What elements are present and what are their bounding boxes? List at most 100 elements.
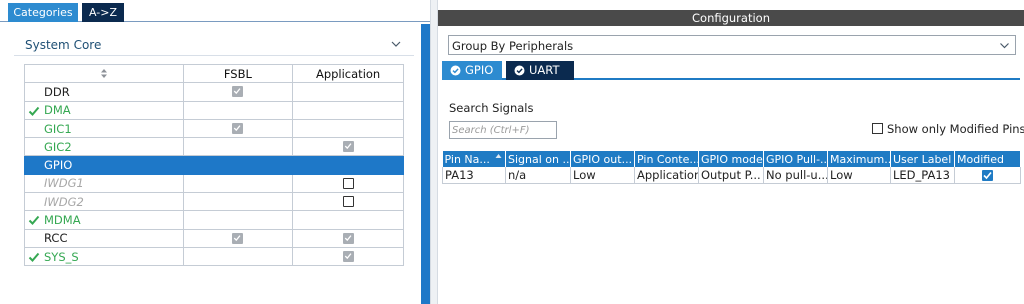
category-label: IWDG1 xyxy=(44,176,84,191)
application-cell xyxy=(292,173,404,194)
category-label: RCC xyxy=(44,231,68,246)
configuration-title-bar: Configuration xyxy=(438,10,1024,26)
application-cell xyxy=(292,137,404,157)
category-cell: GIC1 xyxy=(24,118,184,139)
column-header-label: GPIO out... xyxy=(573,152,633,166)
category-table-body: DDR DMA GIC1 GIC2 GPIO IWDG1 IWDG2 MDMA RCC SYS_S xyxy=(24,82,404,267)
sort-icon xyxy=(100,69,107,79)
column-header[interactable]: Pin Na... xyxy=(442,151,506,167)
category-cell: IWDG2 xyxy=(24,192,184,212)
category-label: IWDG2 xyxy=(44,194,84,209)
category-cell: SYS_S xyxy=(24,246,184,267)
category-cell: GIC2 xyxy=(24,137,184,157)
tab-gpio-label: GPIO xyxy=(465,63,494,77)
pin-table-body: PA13 n/a Low Application Output P... No pull-… xyxy=(442,167,1021,184)
column-header-label: Signal on ... xyxy=(508,152,571,166)
column-header-label: Maximum... xyxy=(830,152,891,166)
application-checkbox[interactable] xyxy=(342,196,354,208)
check-circle-icon xyxy=(450,65,461,76)
tab-a-to-z[interactable]: A->Z xyxy=(82,3,124,22)
tab-uart-label: UART xyxy=(529,63,560,77)
category-cell: RCC xyxy=(24,228,184,248)
category-row[interactable]: DMA xyxy=(24,100,404,120)
tab-uart[interactable]: UART xyxy=(506,61,574,80)
column-header[interactable]: Signal on ... xyxy=(505,151,571,167)
signal-cell: n/a xyxy=(505,167,571,184)
application-column-header[interactable]: Application xyxy=(292,63,404,84)
column-header-label: User Label xyxy=(893,152,952,166)
peripheral-tab-bar: GPIO UART xyxy=(442,60,1020,80)
application-cell xyxy=(292,100,404,120)
column-header[interactable]: GPIO Pull-... xyxy=(763,151,828,167)
column-header[interactable]: Pin Conte... xyxy=(634,151,699,167)
panel-splitter[interactable] xyxy=(430,0,438,304)
chevron-down-icon[interactable] xyxy=(390,38,402,50)
show-modified-checkbox[interactable] xyxy=(872,123,883,134)
table-header-row: Pin Na... Signal on ... GPIO out... Pin Con… xyxy=(442,151,1021,167)
category-cell: DMA xyxy=(24,100,184,120)
category-row[interactable]: RCC xyxy=(24,228,404,248)
gpio-pull-cell: No pull-u... xyxy=(763,167,828,184)
column-header[interactable]: User Label xyxy=(890,151,955,167)
group-by-select[interactable]: Group By Peripherals xyxy=(448,35,1016,55)
application-checkbox[interactable] xyxy=(342,232,354,244)
modified-checkbox[interactable] xyxy=(982,169,993,181)
application-checkbox[interactable] xyxy=(342,177,354,189)
category-row[interactable]: MDMA xyxy=(24,210,404,230)
search-input[interactable] xyxy=(449,121,557,139)
fsbl-cell xyxy=(182,100,294,120)
checkmark-icon xyxy=(234,88,241,95)
fsbl-checkbox[interactable] xyxy=(232,86,244,98)
fsbl-checkbox[interactable] xyxy=(232,232,244,244)
group-by-value: Group By Peripherals xyxy=(452,39,574,53)
chevron-down-icon xyxy=(1000,43,1009,49)
column-header[interactable]: GPIO mode xyxy=(698,151,764,167)
fsbl-checkbox[interactable] xyxy=(232,123,244,135)
table-row[interactable]: PA13 n/a Low Application Output P... No pull-… xyxy=(442,167,1021,184)
application-checkbox[interactable] xyxy=(342,141,354,153)
maximum-cell: Low xyxy=(827,167,891,184)
category-row[interactable]: GIC2 xyxy=(24,137,404,157)
column-header[interactable]: GPIO out... xyxy=(570,151,635,167)
stm32cubemx-window: Categories A->Z System Core FSBL Applica… xyxy=(0,0,1024,304)
gpio-mode-cell: Output P... xyxy=(698,167,764,184)
checkmark-icon xyxy=(344,235,352,241)
fsbl-cell xyxy=(182,155,294,175)
search-signals-label: Search Signals xyxy=(449,101,534,115)
fsbl-cell xyxy=(182,82,294,102)
application-cell xyxy=(292,228,404,248)
gpio-output-cell: Low xyxy=(570,167,635,184)
category-row[interactable]: SYS_S xyxy=(24,246,404,267)
sort-column-header[interactable] xyxy=(24,63,184,84)
modified-cell xyxy=(954,167,1021,184)
category-cell: IWDG1 xyxy=(24,173,184,194)
checkmark-icon xyxy=(234,235,241,241)
category-header[interactable]: System Core xyxy=(14,32,414,56)
category-row[interactable]: GIC1 xyxy=(24,118,404,139)
column-header[interactable]: Modified xyxy=(954,151,1021,167)
category-label: SYS_S xyxy=(44,249,79,264)
category-row[interactable]: IWDG2 xyxy=(24,192,404,212)
application-cell xyxy=(292,82,404,102)
user-label-cell: LED_PA13 xyxy=(890,167,955,184)
category-row[interactable]: GPIO xyxy=(24,155,404,175)
pin-context-cell: Application xyxy=(634,167,699,184)
application-checkbox[interactable] xyxy=(342,251,354,263)
category-row[interactable]: DDR xyxy=(24,82,404,102)
show-modified-label: Show only Modified Pins xyxy=(887,122,1024,136)
column-header-label: Pin Conte... xyxy=(637,152,699,166)
table-header-row: FSBL Application xyxy=(24,63,404,84)
tab-gpio[interactable]: GPIO xyxy=(442,61,502,80)
column-header-label: Modified xyxy=(957,152,1004,166)
category-row[interactable]: IWDG1 xyxy=(24,173,404,194)
application-cell xyxy=(292,155,404,175)
application-cell xyxy=(292,210,404,230)
green-check-icon xyxy=(28,252,40,262)
column-header[interactable]: Maximum... xyxy=(827,151,891,167)
fsbl-cell xyxy=(182,228,294,248)
application-cell xyxy=(292,246,404,267)
left-scrollbar[interactable] xyxy=(421,24,430,304)
tab-categories[interactable]: Categories xyxy=(8,3,78,22)
column-header-label: GPIO mode xyxy=(701,152,763,166)
fsbl-column-header[interactable]: FSBL xyxy=(182,63,294,84)
